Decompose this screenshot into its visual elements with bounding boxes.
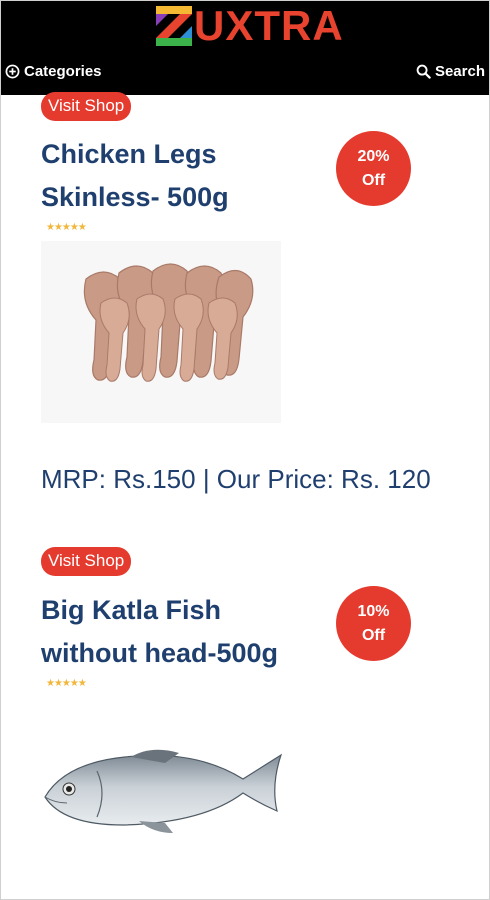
discount-off-label: Off: [361, 171, 386, 189]
plus-circle-icon: [5, 64, 20, 79]
page: UXTRA Categories Search Visit Shop Chick…: [0, 0, 490, 900]
logo-text: UXTRA: [194, 2, 344, 49]
logo-z-icon: [156, 6, 192, 46]
product-title[interactable]: Big Katla Fish without head-500g: [41, 589, 321, 675]
product-title[interactable]: Chicken Legs Skinless- 500g: [41, 133, 321, 219]
discount-percent: 10%: [357, 602, 390, 620]
categories-label: Categories: [24, 63, 102, 80]
categories-button[interactable]: Categories: [5, 63, 102, 80]
product-image-katla-fish[interactable]: [39, 741, 284, 841]
product-price: MRP: Rs.150 | Our Price: Rs. 120: [41, 464, 431, 494]
rating-stars: ★★★★★: [46, 222, 87, 233]
rating-stars: ★★★★★: [46, 678, 87, 689]
logo[interactable]: UXTRA: [156, 3, 344, 49]
discount-badge: 20% Off: [336, 131, 411, 206]
discount-percent: 20%: [357, 147, 390, 165]
search-button[interactable]: Search: [416, 63, 485, 80]
discount-off-label: Off: [361, 626, 386, 644]
search-icon: [416, 64, 431, 79]
top-header: UXTRA Categories Search: [1, 1, 489, 95]
discount-badge: 10% Off: [336, 586, 411, 661]
visit-shop-button[interactable]: Visit Shop: [41, 547, 132, 576]
search-label: Search: [434, 63, 485, 80]
visit-shop-button[interactable]: Visit Shop: [41, 92, 132, 121]
product-image-chicken-legs[interactable]: [41, 241, 281, 423]
